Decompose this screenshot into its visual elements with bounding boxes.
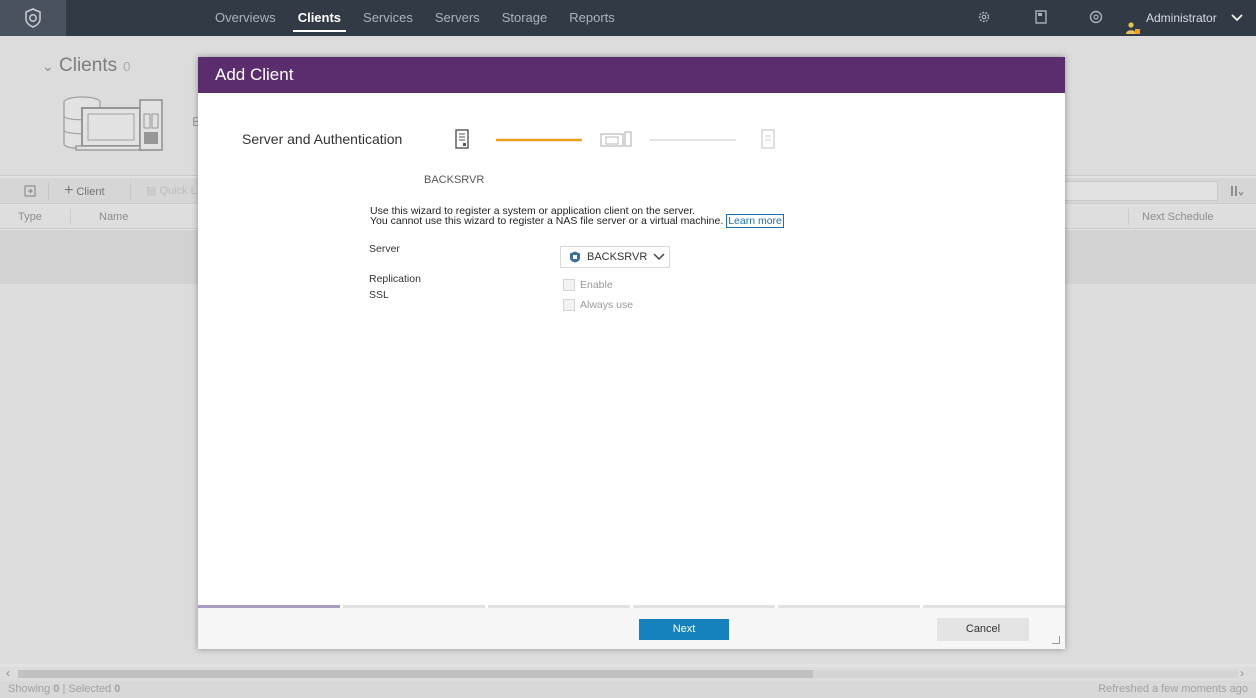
server-step-icon <box>455 129 469 149</box>
wizard-steps-indicator <box>455 129 775 149</box>
main-nav: Overviews Clients Services Servers Stora… <box>204 0 626 36</box>
wizard-description: Use this wizard to register a system or … <box>370 205 784 228</box>
server-dropdown[interactable]: BACKSRVR <box>560 246 670 268</box>
checkbox-box[interactable] <box>563 299 575 311</box>
client-step-icon <box>600 131 632 147</box>
resize-handle-icon[interactable] <box>1052 636 1060 644</box>
server-label: Server <box>369 243 400 255</box>
summary-step-icon <box>761 129 775 149</box>
nav-storage[interactable]: Storage <box>491 0 559 36</box>
nav-servers[interactable]: Servers <box>424 0 491 36</box>
chevron-down-icon <box>653 253 665 261</box>
shield-logo-icon <box>25 8 41 28</box>
dialog-title: Add Client <box>215 65 294 84</box>
add-client-dialog: Add Client Server and Authentication BAC… <box>198 57 1065 649</box>
ssl-always-use-checkbox[interactable]: Always use <box>563 299 633 311</box>
chevron-down-icon <box>1231 0 1243 36</box>
user-icon <box>1126 12 1140 34</box>
next-button[interactable]: Next <box>639 619 729 640</box>
server-shield-icon <box>570 251 580 263</box>
ssl-label: SSL <box>369 289 389 301</box>
wizard-step-title: Server and Authentication <box>242 131 403 147</box>
settings-gear-icon[interactable] <box>976 10 992 26</box>
app-logo[interactable] <box>0 0 66 36</box>
learn-more-link[interactable]: Learn more <box>726 214 784 228</box>
dialog-footer: Next Cancel <box>198 608 1065 649</box>
document-icon[interactable] <box>1033 10 1049 26</box>
replication-label: Replication <box>369 273 421 285</box>
top-navigation-bar: Overviews Clients Services Servers Stora… <box>0 0 1256 36</box>
nav-services[interactable]: Services <box>352 0 424 36</box>
user-name: Administrator <box>1146 11 1217 25</box>
server-name-heading: BACKSRVR <box>424 174 485 186</box>
cancel-button[interactable]: Cancel <box>937 618 1029 641</box>
user-menu[interactable]: Administrator <box>1126 0 1243 36</box>
nav-overviews[interactable]: Overviews <box>204 0 287 36</box>
help-icon[interactable] <box>1088 10 1104 26</box>
nav-reports[interactable]: Reports <box>558 0 626 36</box>
dialog-header: Add Client <box>198 57 1065 93</box>
checkbox-box[interactable] <box>563 279 575 291</box>
nav-clients[interactable]: Clients <box>287 0 352 36</box>
replication-enable-checkbox[interactable]: Enable <box>563 279 613 291</box>
server-dropdown-value: BACKSRVR <box>587 251 648 263</box>
